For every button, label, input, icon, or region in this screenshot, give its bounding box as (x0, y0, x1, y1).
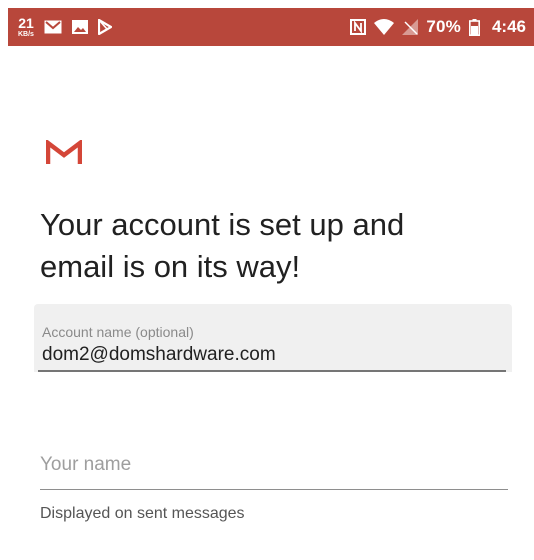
network-speed-unit: KB/s (18, 31, 34, 38)
heading-line-1: Your account is set up and (40, 207, 405, 242)
your-name-placeholder[interactable]: Your name (40, 454, 131, 476)
setup-complete-heading: Your account is set up and email is on i… (40, 204, 500, 288)
gmail-logo-icon (45, 138, 83, 166)
network-speed-value: 21 (18, 15, 34, 31)
nfc-icon (350, 19, 367, 35)
wifi-icon (374, 19, 395, 35)
network-speed: 21 KB/s (18, 16, 34, 38)
gmail-notification-icon (44, 20, 62, 34)
play-store-icon (97, 19, 112, 35)
status-bar: 21 KB/s 70% 4:46 (8, 8, 534, 46)
heading-line-2: email is on its way! (40, 249, 301, 284)
battery-icon (468, 18, 480, 36)
account-name-label: Account name (optional) (42, 324, 194, 340)
account-name-field[interactable]: Account name (optional) dom2@domshardwar… (34, 304, 512, 372)
your-name-helper-text: Displayed on sent messages (40, 505, 245, 522)
clock: 4:46 (491, 17, 526, 36)
image-notification-icon (71, 20, 88, 34)
your-name-underline (40, 489, 508, 490)
account-name-value[interactable]: dom2@domshardware.com (42, 344, 276, 366)
no-signal-icon (402, 19, 419, 35)
battery-percent: 70% (426, 17, 461, 36)
setup-screen: 21 KB/s 70% 4:46 Your account is set up … (0, 0, 534, 560)
account-name-underline (38, 370, 506, 372)
your-name-field[interactable]: Your name (40, 448, 508, 490)
